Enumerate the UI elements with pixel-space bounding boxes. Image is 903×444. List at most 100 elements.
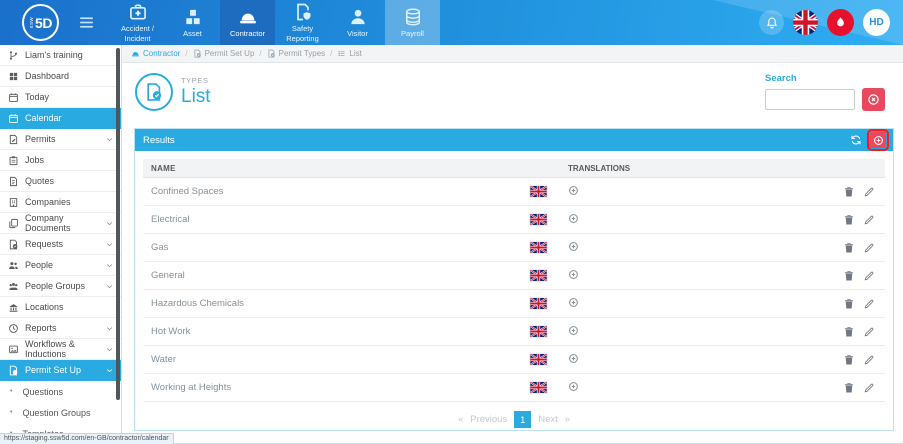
sidebar-item-workflows-inductions[interactable]: Workflows & Inductions <box>0 339 121 360</box>
x-circle-icon <box>867 93 880 106</box>
chevron-down-icon <box>105 135 114 144</box>
chevron-down-icon <box>105 261 114 270</box>
delete-button[interactable] <box>843 298 855 310</box>
add-translation-button[interactable] <box>568 297 579 308</box>
prev-link[interactable]: Previous <box>470 414 507 425</box>
delete-button[interactable] <box>843 382 855 394</box>
add-permit-type-button[interactable] <box>867 129 889 151</box>
top-nav-contractor[interactable]: Contractor <box>220 0 275 45</box>
edit-button[interactable] <box>863 186 875 198</box>
add-translation-button[interactable] <box>568 353 579 364</box>
sidebar-item-liam-s-training[interactable]: Liam's training <box>0 45 121 66</box>
sidebar-item-icon <box>8 218 19 229</box>
sidebar-item-icon <box>8 302 19 313</box>
chevron-down-icon <box>105 366 114 375</box>
flag-cell <box>530 242 568 253</box>
add-translation-button[interactable] <box>568 241 579 252</box>
top-nav-safety-reporting[interactable]: Safety Reporting <box>275 0 330 45</box>
edit-button[interactable] <box>863 242 875 254</box>
next-link[interactable]: Next <box>538 414 558 425</box>
current-page[interactable]: 1 <box>514 411 532 428</box>
add-translation-button[interactable] <box>568 325 579 336</box>
top-nav-accident-incident[interactable]: Accident / Incident <box>110 0 165 45</box>
add-translation-button[interactable] <box>568 185 579 196</box>
sidebar-item-reports[interactable]: Reports <box>0 318 121 339</box>
plus-circle-icon <box>568 269 579 280</box>
sidebar-item-jobs[interactable]: Jobs <box>0 150 121 171</box>
plus-circle-icon <box>873 135 884 146</box>
delete-button[interactable] <box>843 186 855 198</box>
menu-button[interactable] <box>78 14 95 31</box>
search-input[interactable] <box>765 88 855 110</box>
nav-label: Payroll <box>401 28 424 38</box>
sidebar-item-people-groups[interactable]: People Groups <box>0 276 121 297</box>
sidebar-item-company-documents[interactable]: Company Documents <box>0 213 121 234</box>
sidebar: Liam's training Dashboard Today Calendar… <box>0 45 121 444</box>
delete-button[interactable] <box>843 270 855 282</box>
delete-button[interactable] <box>843 354 855 366</box>
breadcrumb-permit-types[interactable]: Permit Types <box>267 49 325 58</box>
chevron-down-icon <box>105 345 114 354</box>
top-nav-payroll[interactable]: Payroll <box>385 0 440 45</box>
user-avatar[interactable]: HD <box>863 9 890 36</box>
table-row: Hot Work <box>143 318 885 346</box>
sidebar-item-people[interactable]: People <box>0 255 121 276</box>
sidebar-item-permits[interactable]: Permits <box>0 129 121 150</box>
pencil-icon <box>863 382 875 394</box>
add-translation-button[interactable] <box>568 269 579 280</box>
sidebar-subitem-question-groups[interactable]: Question Groups <box>0 402 121 423</box>
breadcrumb-label: Contractor <box>143 49 181 58</box>
page-header: TYPES List Search <box>122 63 903 120</box>
breadcrumb-icon <box>267 49 276 58</box>
edit-button[interactable] <box>863 214 875 226</box>
sidebar-item-label: Permit Set Up <box>25 365 82 375</box>
sidebar-item-permit-set-up[interactable]: Permit Set Up <box>0 360 121 381</box>
edit-button[interactable] <box>863 354 875 366</box>
edit-button[interactable] <box>863 270 875 282</box>
notifications-button[interactable] <box>759 10 784 35</box>
pencil-icon <box>863 270 875 282</box>
alerts-button[interactable] <box>827 9 854 36</box>
sidebar-item-icon <box>8 92 19 103</box>
breadcrumb: Contractor / Permit Set Up / Permit Type… <box>122 45 903 63</box>
sidebar-item-icon <box>8 260 19 271</box>
sidebar-item-today[interactable]: Today <box>0 87 121 108</box>
table-row: Water <box>143 346 885 374</box>
flag-cell <box>530 270 568 281</box>
delete-button[interactable] <box>843 242 855 254</box>
language-button[interactable] <box>793 10 818 35</box>
uk-flag-icon <box>530 214 547 225</box>
sidebar-item-companies[interactable]: Companies <box>0 192 121 213</box>
sidebar-item-requests[interactable]: Requests <box>0 234 121 255</box>
top-nav-visitor[interactable]: Visitor <box>330 0 385 45</box>
prev-arrow[interactable]: « <box>458 414 463 425</box>
top-nav-asset[interactable]: Asset <box>165 0 220 45</box>
sidebar-subitem-questions[interactable]: Questions <box>0 381 121 402</box>
page-kicker: TYPES <box>181 75 209 85</box>
edit-button[interactable] <box>863 326 875 338</box>
sidebar-item-quotes[interactable]: Quotes <box>0 171 121 192</box>
pencil-icon <box>863 186 875 198</box>
edit-button[interactable] <box>863 382 875 394</box>
breadcrumb-contractor[interactable]: Contractor <box>131 49 180 58</box>
sidebar-item-label: Companies <box>25 197 71 207</box>
breadcrumb-list[interactable]: List <box>337 49 362 58</box>
sidebar-item-calendar[interactable]: Calendar <box>0 108 121 129</box>
trash-icon <box>843 242 855 254</box>
refresh-button[interactable] <box>850 134 862 146</box>
sidebar-item-dashboard[interactable]: Dashboard <box>0 66 121 87</box>
edit-button[interactable] <box>863 298 875 310</box>
delete-button[interactable] <box>843 214 855 226</box>
add-translation-button[interactable] <box>568 213 579 224</box>
sidebar-item-locations[interactable]: Locations <box>0 297 121 318</box>
delete-button[interactable] <box>843 326 855 338</box>
search-clear-button[interactable] <box>862 87 885 111</box>
sidebar-item-icon <box>8 50 19 61</box>
breadcrumb-permit-set-up[interactable]: Permit Set Up <box>193 49 254 58</box>
sidebar-item-icon <box>8 176 19 187</box>
next-arrow[interactable]: » <box>565 414 570 425</box>
add-translation-button[interactable] <box>568 381 579 392</box>
pencil-icon <box>863 298 875 310</box>
sidebar-scrollbar[interactable] <box>116 48 120 400</box>
sidebar-item-label: Quotes <box>25 176 55 186</box>
